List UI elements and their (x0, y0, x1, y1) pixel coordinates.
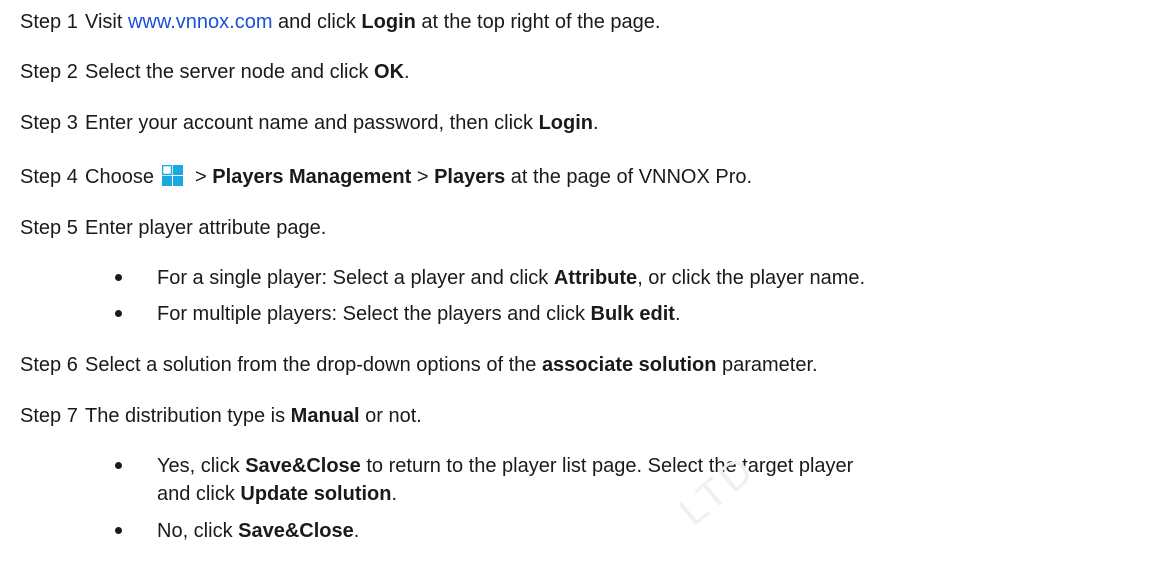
step-text: and click (157, 483, 241, 505)
step-text: . (353, 520, 360, 542)
step-text: Select the server node and click (85, 61, 375, 83)
ui-term: Players Management (212, 166, 412, 188)
step-number: Step 6 (20, 354, 78, 376)
document-page: Step 1 Visit www.vnnox.com and click Log… (0, 0, 1171, 587)
list-item: For multiple players: Select the players… (157, 301, 681, 327)
menu-grid-icon (161, 165, 183, 186)
ui-term: Players (434, 166, 506, 188)
step-text: . (404, 61, 410, 83)
step-text: Choose (85, 166, 160, 188)
step-text: . (391, 483, 398, 505)
step-text: For a single player: Select a player and… (157, 267, 554, 289)
ui-term: Login (361, 11, 416, 33)
bullet-icon (115, 462, 122, 469)
step-text: Yes, click (157, 455, 246, 477)
step-text: For multiple players: Select the players… (157, 303, 591, 325)
vnnox-link[interactable]: www.vnnox.com (128, 11, 273, 33)
step-text: > (189, 166, 213, 188)
step-text: > (411, 166, 435, 188)
list-item: No, click Save&Close. (157, 518, 359, 544)
ui-term: Attribute (553, 267, 638, 289)
step-text: at the page of VNNOX Pro. (505, 166, 753, 188)
step-number: Step 5 (20, 217, 78, 239)
step-text: No, click (157, 520, 239, 542)
ui-term: Save&Close (245, 455, 361, 477)
list-item: For a single player: Select a player and… (157, 265, 865, 291)
step-text: , or click the player name. (637, 267, 866, 289)
ui-term: Update solution (240, 483, 392, 505)
step-number: Step 7 (20, 405, 78, 427)
step-number: Step 1 (20, 11, 78, 33)
ui-term: Save&Close (238, 520, 354, 542)
ui-term: Login (538, 112, 594, 134)
step-text: and click (272, 11, 362, 33)
ui-term: Manual (290, 405, 360, 427)
step-text: . (674, 303, 681, 325)
step-text: The distribution type is (85, 405, 291, 427)
step-text: Enter player attribute page. (85, 217, 327, 239)
list-item-continuation: and click Update solution. (157, 481, 397, 507)
step-number: Step 3 (20, 112, 78, 134)
step-text: Visit (85, 11, 128, 33)
step-text: at the top right of the page. (415, 11, 661, 33)
bullet-icon (115, 310, 122, 317)
ui-term: Bulk edit (590, 303, 675, 325)
bullet-icon (115, 274, 122, 281)
ui-term: OK (374, 61, 405, 83)
step-number: Step 2 (20, 61, 78, 83)
step-text: Enter your account name and password, th… (85, 112, 539, 134)
step-text: to return to the player list page. Selec… (360, 455, 854, 477)
step-text: parameter. (716, 354, 818, 376)
step-text: Select a solution from the drop-down opt… (85, 354, 542, 376)
step-text: . (593, 112, 599, 134)
ui-term: associate solution (541, 354, 717, 376)
bullet-icon (115, 527, 122, 534)
step-text: or not. (359, 405, 422, 427)
step-number: Step 4 (20, 166, 78, 188)
